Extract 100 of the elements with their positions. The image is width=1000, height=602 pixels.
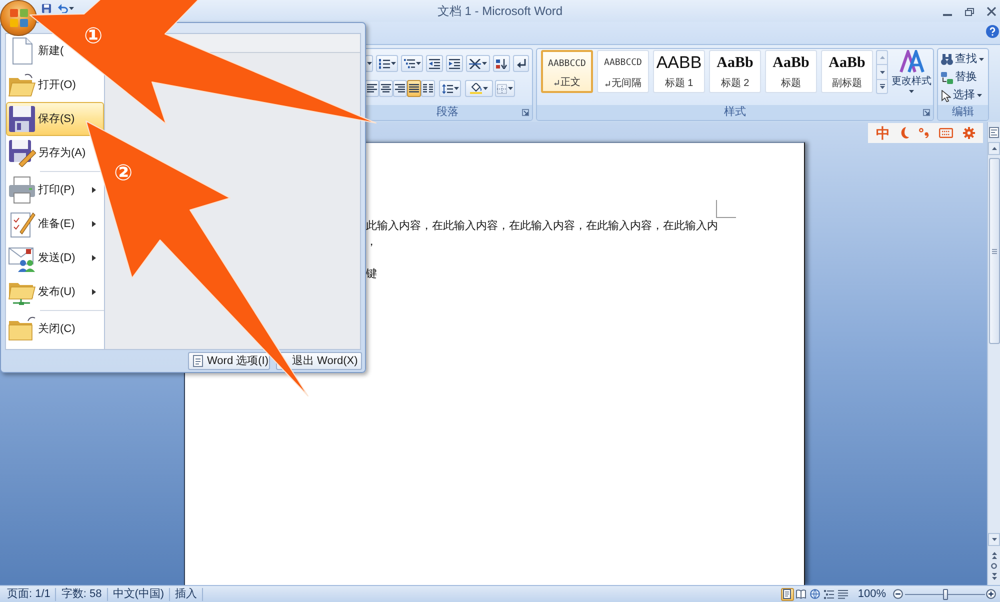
scroll-up-button[interactable] — [988, 142, 1000, 155]
line-spacing-icon — [442, 84, 452, 94]
change-styles-button[interactable]: 更改样式 — [891, 49, 932, 103]
ruler-toggle-icon[interactable] — [989, 126, 999, 138]
distribute-icon — [423, 84, 433, 93]
view-button[interactable] — [794, 588, 808, 600]
view-button[interactable] — [780, 588, 794, 600]
lines-icon — [838, 589, 848, 599]
scroll-thumb[interactable] — [988, 158, 1000, 344]
multilevel-list-icon — [404, 58, 414, 68]
status-item[interactable]: 中文(中国) — [108, 588, 170, 600]
caret-icon — [508, 87, 513, 90]
style-preview-text: AaBb — [772, 54, 810, 73]
punctuation-icon[interactable] — [919, 128, 929, 138]
undo-icon[interactable] — [58, 4, 68, 13]
select-button[interactable]: 选择 — [941, 87, 988, 104]
numbering-button[interactable] — [376, 55, 398, 72]
caret-icon — [483, 87, 488, 90]
view-button[interactable] — [822, 588, 836, 600]
menu-item[interactable]: 关闭(C) — [6, 312, 78, 346]
style-preview-text: AABB — [656, 53, 702, 73]
align-button[interactable] — [407, 80, 421, 97]
gallery-more-button[interactable] — [876, 79, 888, 94]
restore-icon[interactable] — [965, 8, 974, 16]
line-spacing-button[interactable] — [439, 80, 461, 97]
zoom-slider-thumb[interactable] — [943, 588, 948, 600]
next-page-icon[interactable] — [992, 573, 996, 580]
cursor-icon — [941, 90, 951, 102]
align-button[interactable] — [365, 80, 379, 97]
style-name: 标题 2 — [720, 78, 750, 90]
styles-icon — [898, 50, 924, 74]
close-icon[interactable] — [987, 7, 996, 16]
step-number: ② — [114, 163, 133, 185]
dialog-launcher-icon[interactable] — [522, 109, 529, 116]
crescent-moon-icon[interactable] — [900, 127, 909, 139]
shading-button[interactable] — [465, 80, 493, 97]
status-item[interactable]: 页面: 1/1 — [2, 588, 56, 600]
align-button[interactable] — [379, 80, 393, 97]
scroll-down-button[interactable] — [988, 533, 1000, 546]
show-marks-button[interactable] — [513, 55, 529, 72]
page-pencil-icon — [8, 210, 36, 238]
text-layout-button[interactable] — [466, 55, 490, 72]
replace-button[interactable]: 替换 — [941, 69, 988, 86]
menu-footer-button[interactable]: Word 选项(I) — [188, 352, 270, 370]
menu-item[interactable]: 保存(S) — [6, 102, 104, 136]
group-label: 样式 — [724, 106, 746, 119]
help-icon[interactable] — [986, 25, 999, 38]
status-item[interactable]: 字数: 58 — [56, 588, 108, 600]
style-preview-text: AABBCCD — [604, 57, 642, 70]
dialog-launcher-icon[interactable] — [923, 109, 930, 116]
menu-item[interactable]: 打开(O) — [6, 68, 79, 102]
return-mark-icon — [516, 59, 526, 68]
style-preview-text: AaBb — [828, 54, 866, 73]
minimize-icon[interactable] — [943, 14, 952, 16]
find-button[interactable]: 查找 — [941, 51, 988, 68]
style-preview-text: AABBCCD — [548, 58, 586, 71]
style-tile[interactable]: AABBCCD 正文 — [541, 50, 593, 93]
gallery-down-button[interactable] — [876, 65, 888, 79]
menu-item[interactable]: 新建( — [6, 34, 67, 68]
style-name: 标题 — [781, 78, 801, 90]
caret-icon — [69, 7, 74, 10]
previous-page-icon[interactable] — [992, 552, 996, 559]
page-icon — [782, 589, 792, 599]
menu-item[interactable]: 另存为(A) — [6, 136, 89, 170]
globe-icon — [810, 589, 820, 599]
zoom-level[interactable]: 100% — [858, 588, 886, 600]
keyboard-icon[interactable] — [939, 128, 953, 138]
zoom-out-icon[interactable] — [893, 589, 903, 599]
justify-icon — [409, 84, 419, 93]
style-tile[interactable]: AaBb 副标题 — [821, 50, 873, 93]
decrease-indent-button[interactable] — [426, 55, 443, 72]
style-tile[interactable]: AABBCCD 无间隔 — [597, 50, 649, 93]
sort-button[interactable] — [493, 55, 510, 72]
caret-icon — [390, 62, 396, 65]
style-tile[interactable]: AaBb 标题 — [765, 50, 817, 93]
align-button[interactable] — [393, 80, 407, 97]
body-text-line: 此输入内容，在此输入内容，在此输入内容，在此输入内容，在此输入内 — [366, 218, 718, 234]
floppy-pencil-icon — [8, 139, 36, 167]
expand-icon — [880, 84, 884, 89]
style-name: 无间隔 — [612, 78, 642, 90]
style-tile[interactable]: AABB 标题 1 — [653, 50, 705, 93]
menu-item[interactable]: 发布(U) — [6, 275, 104, 309]
zoom-in-icon[interactable] — [986, 589, 996, 599]
align-button[interactable] — [421, 80, 435, 97]
menu-item[interactable]: 准备(E) — [6, 207, 104, 241]
folder-arrow-icon — [8, 315, 36, 343]
view-button[interactable] — [836, 588, 850, 600]
view-button[interactable] — [808, 588, 822, 600]
caret-icon — [366, 62, 372, 65]
style-tile[interactable]: AaBb 标题 2 — [709, 50, 761, 93]
zoom-slider[interactable] — [905, 588, 985, 600]
status-item[interactable]: 插入 — [170, 588, 204, 600]
menu-item[interactable]: 打印(P) — [6, 173, 104, 207]
borders-button[interactable] — [495, 80, 515, 97]
browse-object-icon[interactable] — [991, 563, 997, 569]
menu-item[interactable]: 发送(D) — [6, 241, 104, 275]
group-label: 段落 — [436, 106, 458, 119]
increase-indent-button[interactable] — [446, 55, 463, 72]
settings-icon[interactable] — [963, 127, 975, 139]
multilevel-list-button[interactable] — [401, 55, 423, 72]
